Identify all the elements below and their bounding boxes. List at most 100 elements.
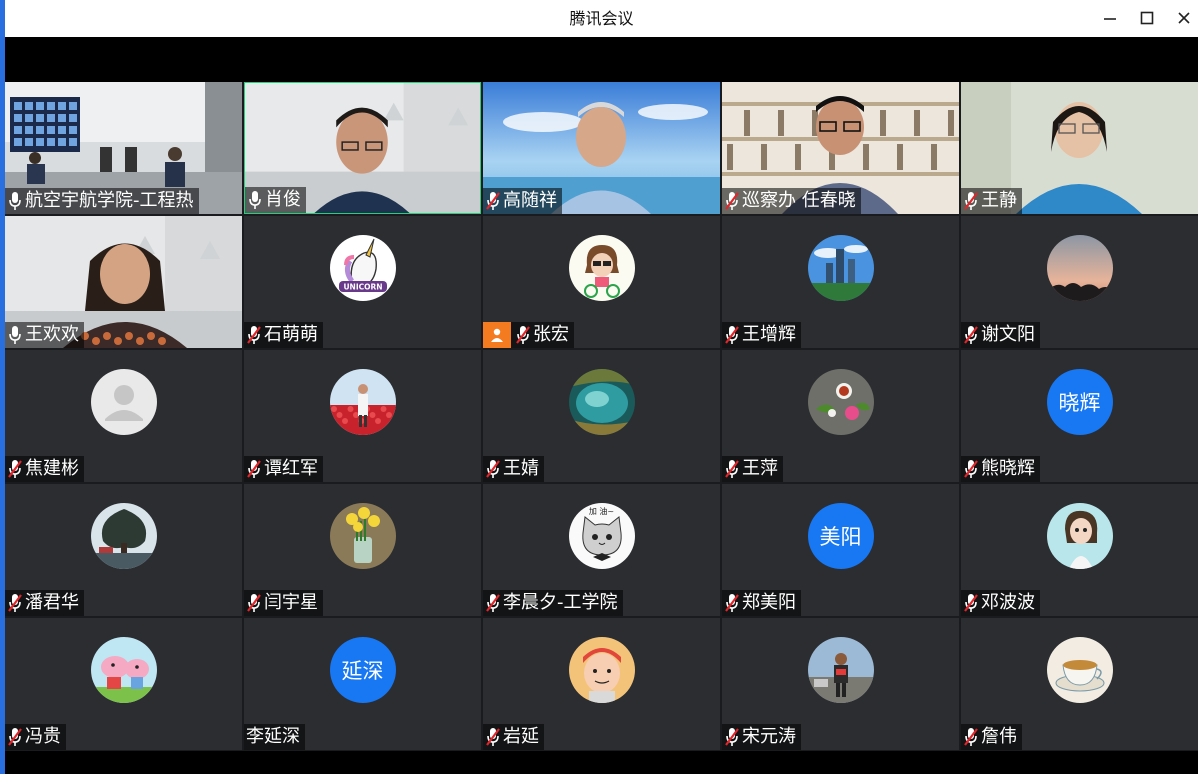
- participant-tile[interactable]: 岩延: [483, 618, 720, 750]
- participant-nameplate: 王婧: [483, 456, 544, 482]
- participant-tile[interactable]: 焦建彬: [5, 350, 242, 482]
- mic-muted-icon: [486, 192, 500, 210]
- participant-tile[interactable]: UNICORN 石萌萌: [244, 216, 481, 348]
- participant-tile[interactable]: 冯贵: [5, 618, 242, 750]
- avatar: [568, 235, 635, 301]
- minimize-button[interactable]: [1097, 6, 1123, 30]
- participant-name: 熊晓辉: [981, 458, 1035, 479]
- toolbar-strip: [5, 37, 1198, 82]
- host-icon: [483, 322, 511, 348]
- mic-muted-icon: [964, 192, 978, 210]
- close-icon: [1178, 12, 1190, 24]
- participant-nameplate: 张宏: [483, 322, 574, 348]
- minimize-icon: [1104, 18, 1116, 20]
- mic-icon: [9, 326, 21, 344]
- participant-nameplate: 李晨夕-工学院: [483, 590, 623, 616]
- avatar: [329, 369, 396, 435]
- mic-muted-icon: [964, 326, 978, 344]
- participant-tile[interactable]: 肖俊: [244, 82, 481, 214]
- participant-tile[interactable]: 詹伟: [961, 618, 1198, 750]
- participant-tile[interactable]: 邓波波: [961, 484, 1198, 616]
- avatar: [1046, 503, 1113, 569]
- mic-muted-icon: [247, 326, 261, 344]
- participant-tile[interactable]: 闫宇星: [244, 484, 481, 616]
- mic-muted-icon: [486, 594, 500, 612]
- participant-tile[interactable]: 王静: [961, 82, 1198, 214]
- participant-name: 航空宇航学院-工程热: [25, 190, 194, 211]
- avatar: [807, 235, 874, 301]
- mic-muted-icon: [725, 192, 739, 210]
- mic-muted-icon: [964, 728, 978, 746]
- participant-tile[interactable]: 宋元涛: [722, 618, 959, 750]
- participant-name: 郑美阳: [742, 592, 796, 613]
- participant-tile[interactable]: 加 油~ 李晨夕-工学院: [483, 484, 720, 616]
- participant-tile[interactable]: 谢文阳: [961, 216, 1198, 348]
- mic-muted-icon: [725, 728, 739, 746]
- mic-muted-icon: [8, 460, 22, 478]
- avatar: [568, 369, 635, 435]
- participant-tile[interactable]: 王婧: [483, 350, 720, 482]
- mic-muted-icon: [725, 594, 739, 612]
- participant-tile[interactable]: 谭红军: [244, 350, 481, 482]
- participant-nameplate: 冯贵: [5, 724, 66, 750]
- mic-icon: [249, 191, 261, 209]
- participant-tile[interactable]: 张宏: [483, 216, 720, 348]
- participant-nameplate: 岩延: [483, 724, 544, 750]
- mic-muted-icon: [964, 594, 978, 612]
- avatar: [568, 637, 635, 703]
- avatar-caption: 加 油~: [588, 507, 615, 516]
- participant-nameplate: 詹伟: [961, 724, 1022, 750]
- participant-tile[interactable]: 潘君华: [5, 484, 242, 616]
- participant-name: 闫宇星: [264, 592, 318, 613]
- participant-tile[interactable]: 王欢欢: [5, 216, 242, 348]
- avatar: [1046, 637, 1113, 703]
- participant-name: 肖俊: [265, 189, 301, 210]
- participant-tile[interactable]: 高随祥: [483, 82, 720, 214]
- avatar-initials: 延深: [329, 637, 396, 703]
- maximize-button[interactable]: [1134, 6, 1160, 30]
- participant-nameplate: 闫宇星: [244, 590, 323, 616]
- participant-tile[interactable]: 美阳 郑美阳: [722, 484, 959, 616]
- avatar: [90, 503, 157, 569]
- avatar: [90, 637, 157, 703]
- participant-nameplate: 石萌萌: [244, 322, 323, 348]
- mic-icon: [9, 192, 21, 210]
- mic-muted-icon: [8, 594, 22, 612]
- avatar: 加 油~: [568, 503, 635, 569]
- mic-muted-icon: [8, 728, 22, 746]
- bottom-strip: [5, 751, 1198, 774]
- maximize-icon: [1140, 11, 1154, 25]
- mic-muted-icon: [964, 460, 978, 478]
- participant-tile[interactable]: 王增辉: [722, 216, 959, 348]
- participant-nameplate: 谭红军: [244, 456, 323, 482]
- participant-name: 宋元涛: [742, 726, 796, 747]
- avatar: [1046, 235, 1113, 301]
- participant-name: 焦建彬: [25, 458, 79, 479]
- close-button[interactable]: [1171, 6, 1197, 30]
- participant-nameplate: 航空宇航学院-工程热: [5, 188, 199, 214]
- participant-name: 王静: [981, 190, 1017, 211]
- participant-name: 谭红军: [264, 458, 318, 479]
- participant-nameplate: 宋元涛: [722, 724, 801, 750]
- participant-nameplate: 王欢欢: [5, 322, 84, 348]
- participant-nameplate: 熊晓辉: [961, 456, 1040, 482]
- participant-nameplate: 谢文阳: [961, 322, 1040, 348]
- avatar: [807, 369, 874, 435]
- participant-tile[interactable]: 延深 李延深: [244, 618, 481, 750]
- participant-tile[interactable]: 王萍: [722, 350, 959, 482]
- avatar: [329, 503, 396, 569]
- participant-name: 李晨夕-工学院: [503, 592, 618, 613]
- participant-name: 谢文阳: [981, 324, 1035, 345]
- avatar: UNICORN: [329, 235, 396, 301]
- participant-name: 张宏: [533, 324, 569, 345]
- participant-nameplate: 王增辉: [722, 322, 801, 348]
- avatar: [90, 369, 157, 435]
- mic-muted-icon: [725, 460, 739, 478]
- participant-tile[interactable]: 晓辉 熊晓辉: [961, 350, 1198, 482]
- mic-muted-icon: [247, 594, 261, 612]
- participant-tile[interactable]: 巡察办 任春晓: [722, 82, 959, 214]
- avatar: [807, 637, 874, 703]
- participant-name: 高随祥: [503, 190, 557, 211]
- title-bar: 腾讯会议: [0, 0, 1198, 37]
- participant-tile[interactable]: 航空宇航学院-工程热: [5, 82, 242, 214]
